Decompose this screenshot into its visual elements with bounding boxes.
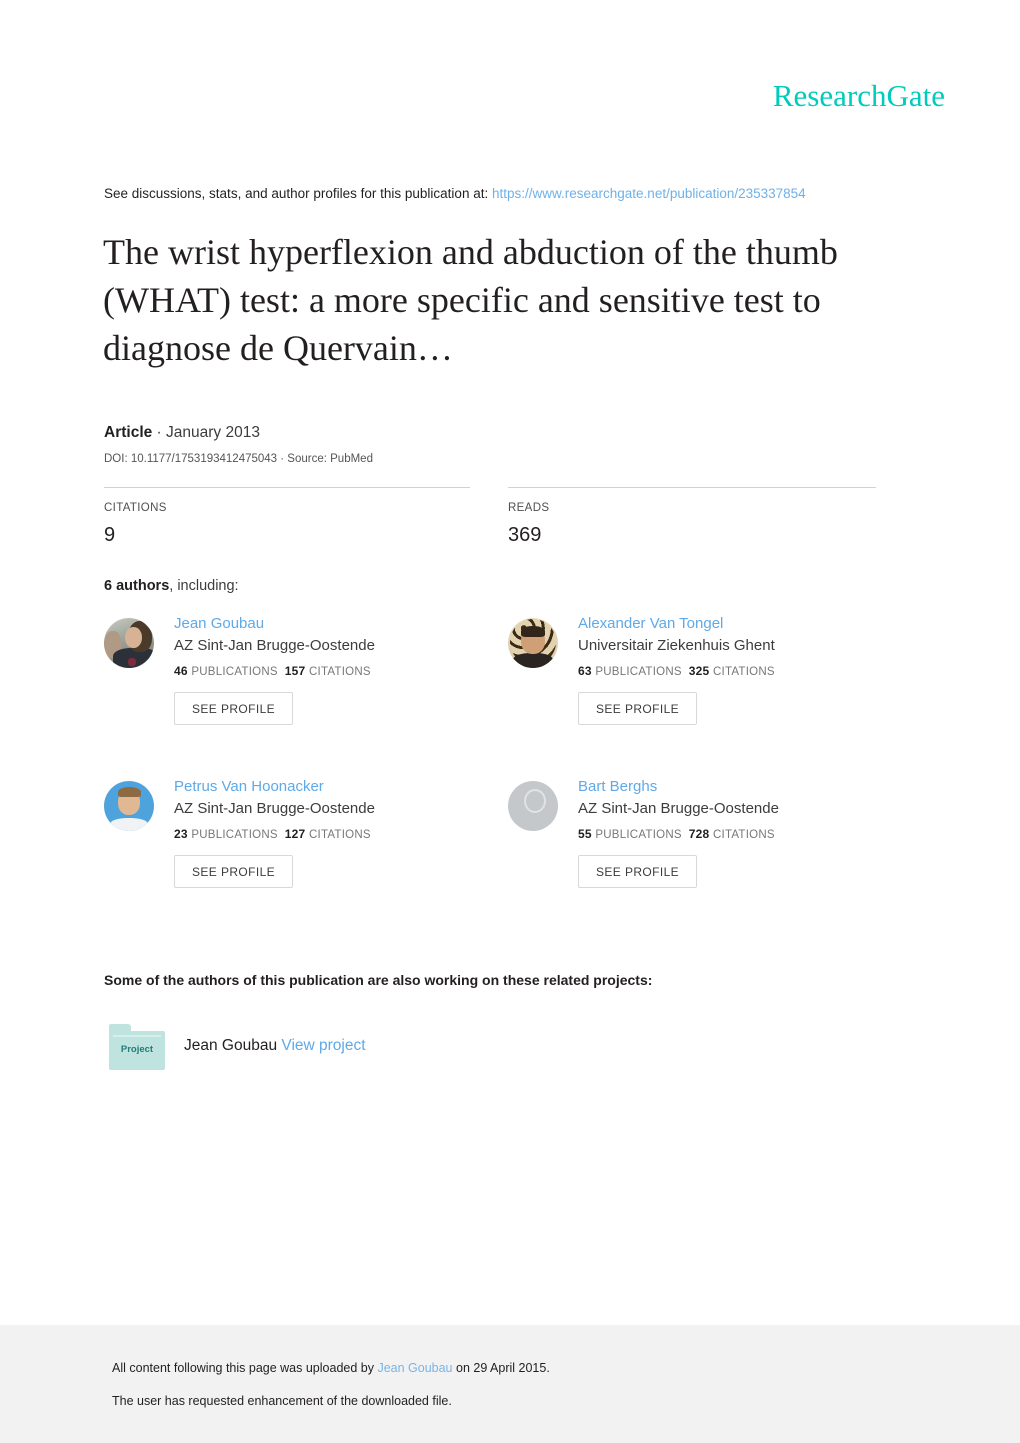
author-name-link[interactable]: Alexander Van Tongel [578,614,908,634]
author-card: Alexander Van Tongel Universitair Zieken… [508,614,908,725]
enhancement-note: The user has requested enhancement of th… [112,1394,452,1408]
citations-value: 9 [104,524,116,546]
authors-heading-suffix: , including: [169,578,239,594]
upload-info-line: All content following this page was uplo… [112,1361,550,1375]
author-publications-count: 55 [578,827,592,841]
researchgate-publication-cover-page: ResearchGate See discussions, stats, and… [0,0,1020,1443]
doi-source-line: DOI: 10.1177/1753193412475043 · Source: … [104,453,373,465]
author-citations-count: 728 [688,827,710,841]
publications-label: PUBLICATIONS [191,829,278,841]
citations-label: CITATIONS [712,666,775,678]
author-citations-count: 157 [284,664,306,678]
avatar[interactable] [104,781,154,831]
article-type-label: Article [104,424,153,441]
upload-prefix-text: All content following this page was uplo… [112,1361,378,1375]
author-photo-icon [104,618,154,668]
person-placeholder-icon [508,781,558,831]
project-folder-icon[interactable]: Project [109,1024,165,1070]
avatar[interactable] [508,618,558,668]
citations-label: CITATIONS [104,502,167,514]
citations-label: CITATIONS [308,829,371,841]
reads-divider [508,487,876,488]
author-institution: AZ Sint-Jan Brugge-Oostende [174,800,375,817]
author-publications-count: 23 [174,827,188,841]
uploader-name-link[interactable]: Jean Goubau [377,1361,452,1375]
author-metrics: 63 PUBLICATIONS 325 CITATIONS [578,664,908,678]
related-projects-heading: Some of the authors of this publication … [104,972,653,988]
author-name-link[interactable]: Jean Goubau [174,614,504,634]
citations-label: CITATIONS [712,829,775,841]
citations-label: CITATIONS [308,666,371,678]
see-profile-button[interactable]: SEE PROFILE [578,855,698,888]
project-text: Jean Goubau View project [184,1037,366,1055]
project-owner-name: Jean Goubau [184,1037,282,1054]
author-photo-icon [508,618,558,668]
publications-label: PUBLICATIONS [595,829,682,841]
publications-label: PUBLICATIONS [191,666,278,678]
article-meta-separator: · [152,424,167,441]
discussions-prefix-text: See discussions, stats, and author profi… [104,186,489,201]
article-type-and-date: Article · January 2013 [104,424,260,442]
author-metrics: 46 PUBLICATIONS 157 CITATIONS [174,664,504,678]
publications-label: PUBLICATIONS [595,666,682,678]
author-card: Petrus Van Hoonacker AZ Sint-Jan Brugge-… [104,777,504,888]
author-institution: AZ Sint-Jan Brugge-Oostende [578,800,779,817]
author-publications-count: 46 [174,664,188,678]
discussions-line: See discussions, stats, and author profi… [104,186,806,201]
author-citations-count: 325 [688,664,710,678]
author-publications-count: 63 [578,664,592,678]
project-row: Project Jean Goubau View project [109,1024,809,1074]
article-date: January 2013 [166,424,260,441]
reads-value: 369 [508,524,542,546]
author-photo-icon [104,781,154,831]
author-name-link[interactable]: Bart Berghs [578,777,908,797]
reads-label: READS [508,502,550,514]
publication-url-link[interactable]: https://www.researchgate.net/publication… [492,186,806,201]
author-metrics: 55 PUBLICATIONS 728 CITATIONS [578,827,908,841]
see-profile-button[interactable]: SEE PROFILE [174,692,294,725]
author-metrics: 23 PUBLICATIONS 127 CITATIONS [174,827,504,841]
avatar[interactable] [104,618,154,668]
footer-band: All content following this page was uplo… [0,1325,1020,1443]
author-institution: Universitair Ziekenhuis Ghent [578,637,775,654]
see-profile-button[interactable]: SEE PROFILE [174,855,294,888]
researchgate-logo[interactable]: ResearchGate [773,78,945,113]
avatar[interactable] [508,781,558,831]
upload-suffix-text: on 29 April 2015. [452,1361,550,1375]
citations-divider [104,487,470,488]
author-card: Bart Berghs AZ Sint-Jan Brugge-Oostende … [508,777,908,888]
author-name-link[interactable]: Petrus Van Hoonacker [174,777,504,797]
author-institution: AZ Sint-Jan Brugge-Oostende [174,637,375,654]
see-profile-button[interactable]: SEE PROFILE [578,692,698,725]
author-card: Jean Goubau AZ Sint-Jan Brugge-Oostende … [104,614,504,725]
researchgate-logo-row: ResearchGate [0,78,945,114]
publication-title: The wrist hyperflexion and abduction of … [103,232,838,368]
authors-heading: 6 authors, including: [104,578,239,594]
authors-count: 6 authors [104,578,170,594]
view-project-link[interactable]: View project [281,1037,365,1054]
author-citations-count: 127 [284,827,306,841]
project-folder-label: Project [120,1044,154,1055]
